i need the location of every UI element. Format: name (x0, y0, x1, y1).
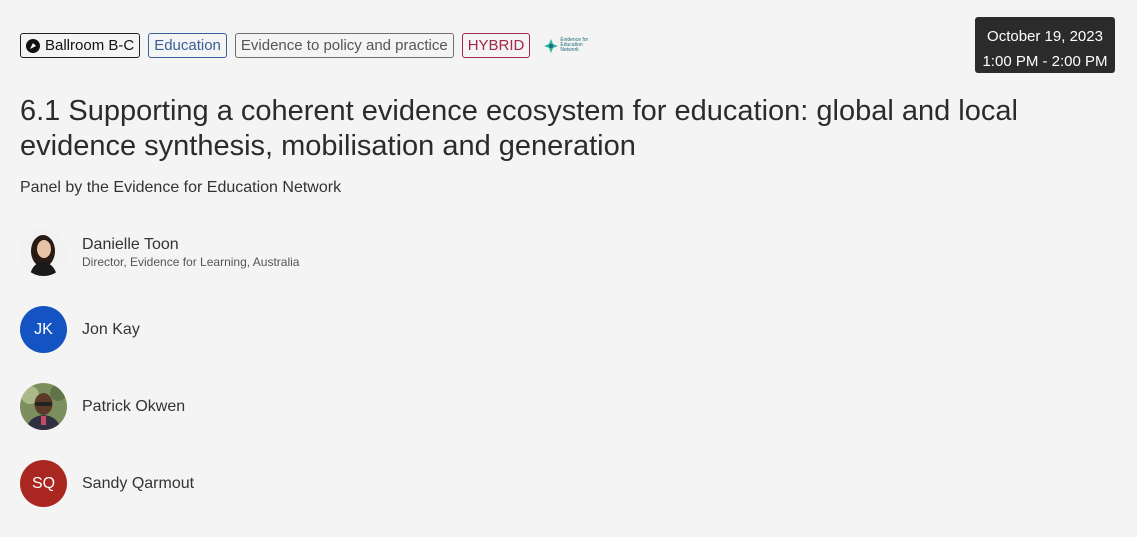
speaker-list: Danielle Toon Director, Evidence for Lea… (20, 229, 299, 537)
speaker-avatar[interactable] (20, 383, 67, 430)
speaker-name[interactable]: Danielle Toon (82, 236, 299, 254)
format-tag[interactable]: HYBRID (461, 33, 531, 58)
session-datetime: October 19, 2023 1:00 PM - 2:00 PM (975, 17, 1115, 73)
track-tag[interactable]: Evidence to policy and practice (234, 33, 454, 58)
speaker-initials: JK (34, 320, 53, 338)
location-label: Ballroom B-C (45, 37, 135, 54)
speaker-item[interactable]: Danielle Toon Director, Evidence for Lea… (20, 229, 299, 276)
page-title: 6.1 Supporting a coherent evidence ecosy… (20, 95, 1018, 162)
session-subtitle: Panel by the Evidence for Education Netw… (20, 179, 342, 196)
session-date: October 19, 2023 (987, 28, 1103, 45)
network-logo-icon (544, 38, 559, 53)
sponsor-logo[interactable]: Evidence for Education Network (544, 38, 592, 53)
speaker-item[interactable]: JK Jon Kay (20, 306, 299, 353)
speaker-name[interactable]: Sandy Qarmout (82, 475, 194, 493)
location-tag[interactable]: Ballroom B-C (20, 33, 141, 58)
category-tag[interactable]: Education (148, 33, 227, 58)
session-time: 1:00 PM - 2:00 PM (982, 53, 1108, 70)
speaker-avatar[interactable] (20, 229, 67, 276)
speaker-avatar[interactable]: JK (20, 306, 67, 353)
person-photo-icon (20, 229, 67, 276)
person-photo-icon (20, 383, 67, 430)
category-label: Education (154, 37, 221, 54)
speaker-avatar[interactable]: SQ (20, 460, 67, 507)
speaker-initials: SQ (31, 474, 56, 492)
track-label: Evidence to policy and practice (240, 37, 448, 54)
location-pin-icon (26, 38, 40, 53)
speaker-name[interactable]: Patrick Okwen (82, 398, 185, 416)
format-label: HYBRID (467, 37, 525, 54)
speaker-role: Director, Evidence for Learning, Austral… (82, 255, 300, 269)
speaker-item[interactable]: Patrick Okwen (20, 383, 299, 430)
sponsor-logo-text: Evidence for Education Network (560, 37, 589, 53)
speaker-name[interactable]: Jon Kay (82, 321, 140, 339)
session-tags: Ballroom B-C Education Evidence to polic… (20, 33, 592, 58)
speaker-item[interactable]: SQ Sandy Qarmout (20, 460, 299, 507)
